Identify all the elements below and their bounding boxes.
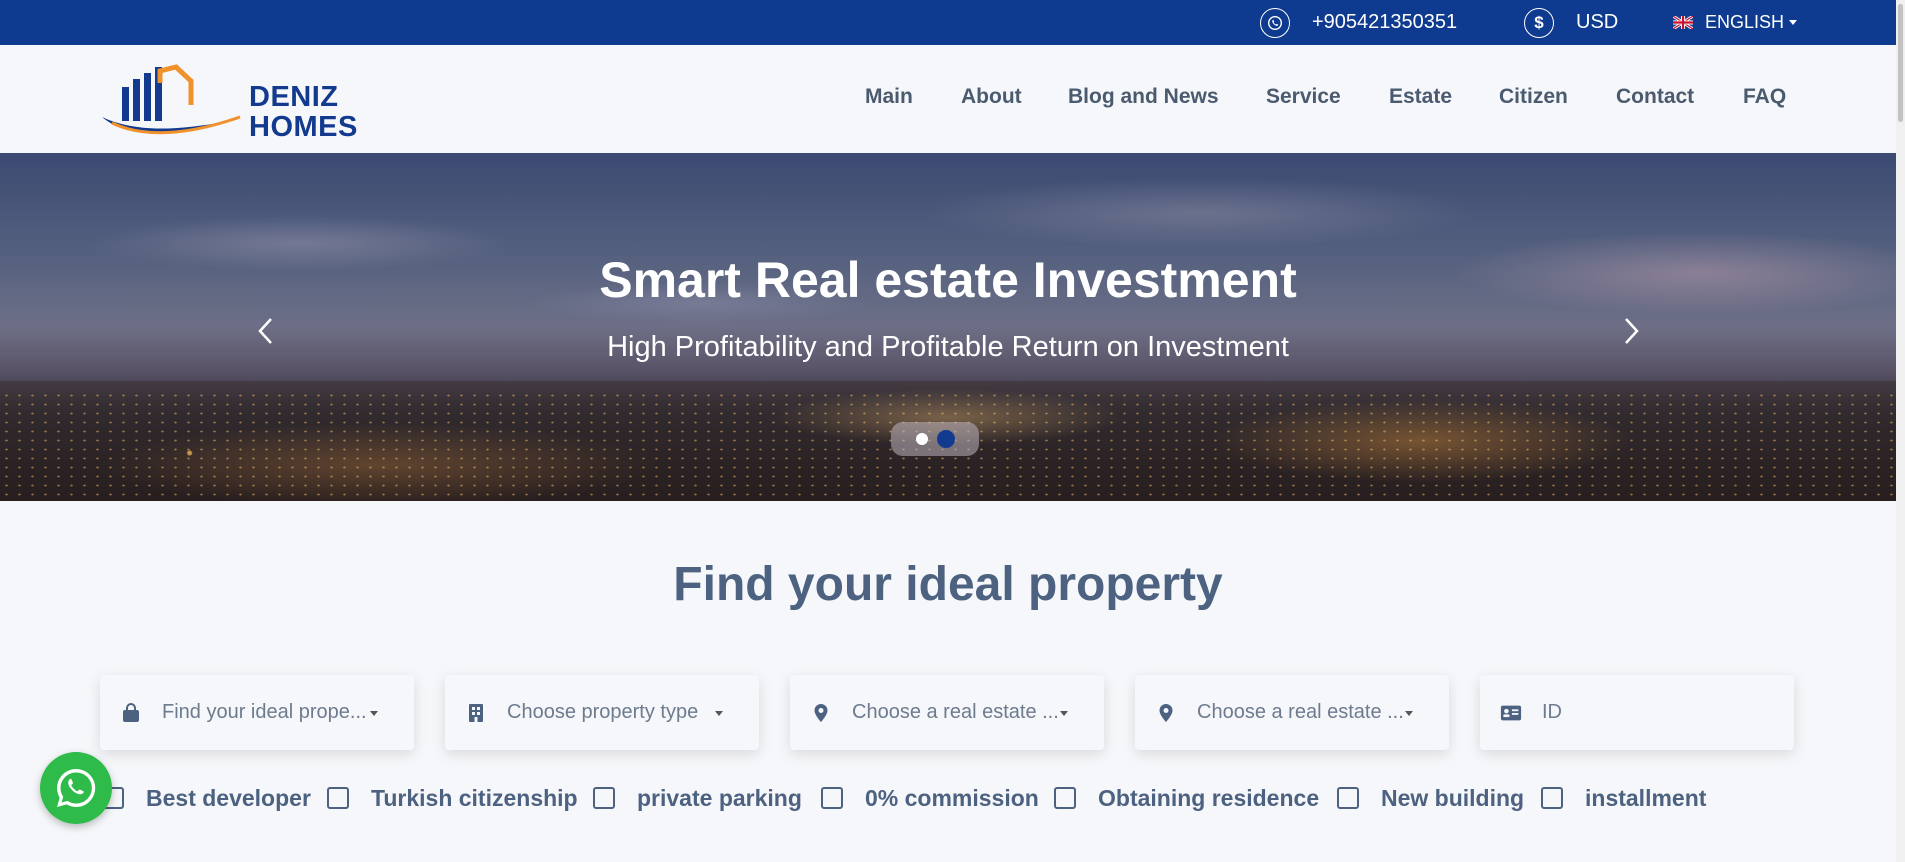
property-type-select[interactable]: Choose property type <box>445 675 759 750</box>
whatsapp-icon <box>57 768 96 807</box>
bag-icon <box>120 702 142 724</box>
scrollbar-thumb[interactable] <box>1898 4 1903 122</box>
checkbox[interactable] <box>1541 787 1563 809</box>
nav-contact[interactable]: Contact <box>1616 85 1694 109</box>
filter-turkish-citizenship[interactable]: Turkish citizenship <box>327 780 578 816</box>
id-input[interactable]: ID <box>1542 701 1752 724</box>
logo-text: DENIZ HOMES <box>249 82 358 142</box>
page-scrollbar[interactable] <box>1896 0 1905 862</box>
whatsapp-icon <box>1260 7 1290 38</box>
checkbox-label: New building <box>1381 784 1525 811</box>
location-select-2[interactable]: Choose a real estate ... <box>1135 675 1449 750</box>
chevron-down-icon <box>1405 711 1413 716</box>
filter-private-parking[interactable]: private parking <box>593 780 802 816</box>
currency-selector[interactable]: $ USD <box>1524 0 1618 45</box>
field-placeholder: Find your ideal prope... <box>162 701 367 723</box>
checkbox[interactable] <box>1337 787 1359 809</box>
field-placeholder: Choose a real estate ... <box>852 701 1059 723</box>
carousel-prev-icon[interactable] <box>251 313 281 349</box>
hero-carousel: Smart Real estate Investment High Profit… <box>0 153 1896 501</box>
phone-number[interactable]: +905421350351 <box>1312 11 1457 34</box>
id-search-field[interactable]: ID <box>1480 675 1794 750</box>
filter-new-building[interactable]: New building <box>1337 780 1524 816</box>
field-placeholder: Choose a real estate ... <box>1197 701 1404 723</box>
logo[interactable]: DENIZ HOMES <box>100 61 370 142</box>
checkbox-label: Obtaining residence <box>1098 784 1320 811</box>
filter-installment[interactable]: installment <box>1541 780 1706 816</box>
hero-title: Smart Real estate Investment <box>599 252 1297 308</box>
carousel-dot-2[interactable] <box>936 430 955 448</box>
nav-main[interactable]: Main <box>865 85 913 109</box>
checkbox-label: Best developer <box>146 784 311 811</box>
building-icon <box>465 702 487 724</box>
checkbox[interactable] <box>821 787 843 809</box>
carousel-indicators <box>891 422 979 456</box>
language-label[interactable]: ENGLISH <box>1705 12 1784 33</box>
checkbox-label: installment <box>1585 784 1707 811</box>
checkbox[interactable] <box>593 787 615 809</box>
search-keyword-select[interactable]: Find your ideal prope... <box>100 675 414 750</box>
nav-faq[interactable]: FAQ <box>1743 85 1786 109</box>
filter-best-developer[interactable]: Best developer <box>102 780 311 816</box>
chevron-down-icon <box>715 711 723 716</box>
logo-line2: HOMES <box>249 111 358 143</box>
site-header: DENIZ HOMES Main About Blog and News Ser… <box>0 45 1896 153</box>
filter-zero-commission[interactable]: 0% commission <box>821 780 1039 816</box>
nav-estate[interactable]: Estate <box>1389 85 1452 109</box>
currency-label[interactable]: USD <box>1576 11 1618 34</box>
top-bar: +905421350351 $ USD ENGLISH <box>0 0 1896 45</box>
carousel-next-icon[interactable] <box>1616 313 1646 349</box>
chevron-down-icon <box>370 711 378 716</box>
chevron-down-icon <box>1060 711 1068 716</box>
carousel-dot-1[interactable] <box>915 433 928 445</box>
logo-mark-icon <box>102 64 241 135</box>
nav-about[interactable]: About <box>961 85 1022 109</box>
hero-subtitle: High Profitability and Profitable Return… <box>607 331 1289 363</box>
nav-citizen[interactable]: Citizen <box>1499 85 1568 109</box>
checkbox[interactable] <box>1054 787 1076 809</box>
checkbox-label: Turkish citizenship <box>371 784 578 811</box>
search-section-title: Find your ideal property <box>673 558 1223 611</box>
filter-obtaining-residence[interactable]: Obtaining residence <box>1054 780 1319 816</box>
location-pin-icon <box>1155 702 1177 724</box>
checkbox[interactable] <box>327 787 349 809</box>
field-placeholder: Choose property type <box>507 701 699 723</box>
location-select-1[interactable]: Choose a real estate ... <box>790 675 1104 750</box>
dollar-icon: $ <box>1524 7 1554 38</box>
whatsapp-chat-button[interactable] <box>40 752 112 824</box>
nav-service[interactable]: Service <box>1266 85 1341 109</box>
logo-line1: DENIZ <box>249 81 339 113</box>
chevron-down-icon <box>1789 20 1798 25</box>
nav-blog-and-news[interactable]: Blog and News <box>1068 85 1219 109</box>
id-card-icon <box>1500 702 1522 724</box>
phone-contact[interactable]: +905421350351 <box>1260 0 1457 45</box>
location-pin-icon <box>810 702 832 724</box>
language-selector[interactable]: ENGLISH <box>1673 0 1798 45</box>
checkbox-label: 0% commission <box>865 784 1039 811</box>
checkbox-label: private parking <box>637 784 802 811</box>
uk-flag-icon <box>1673 16 1693 29</box>
